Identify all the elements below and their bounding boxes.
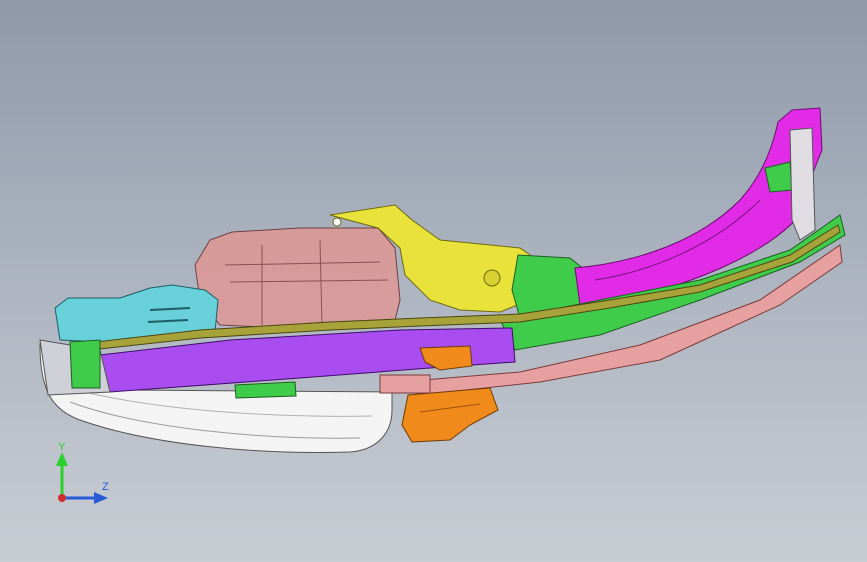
car-body-model[interactable] bbox=[0, 0, 867, 562]
graphics-viewport[interactable]: Y Z bbox=[0, 0, 867, 562]
pillar-silver[interactable] bbox=[789, 127, 816, 241]
cowl-hole bbox=[483, 269, 501, 287]
x-axis-origin bbox=[58, 494, 66, 502]
z-axis-arrow bbox=[94, 492, 108, 504]
y-axis-arrow bbox=[56, 452, 68, 466]
z-axis-label: Z bbox=[102, 481, 109, 493]
coordinate-triad: Y Z bbox=[56, 441, 109, 504]
green-lower-block[interactable] bbox=[234, 381, 297, 399]
subframe-bracket-orange[interactable] bbox=[401, 387, 499, 443]
rail-mount-pink[interactable] bbox=[379, 374, 431, 394]
dash-panel-pink[interactable] bbox=[194, 227, 401, 331]
y-axis-label: Y bbox=[58, 441, 66, 453]
cowl-hole-2 bbox=[332, 217, 342, 227]
bracket-green-front[interactable] bbox=[69, 339, 101, 389]
wheelhouse-magenta[interactable] bbox=[574, 107, 823, 306]
